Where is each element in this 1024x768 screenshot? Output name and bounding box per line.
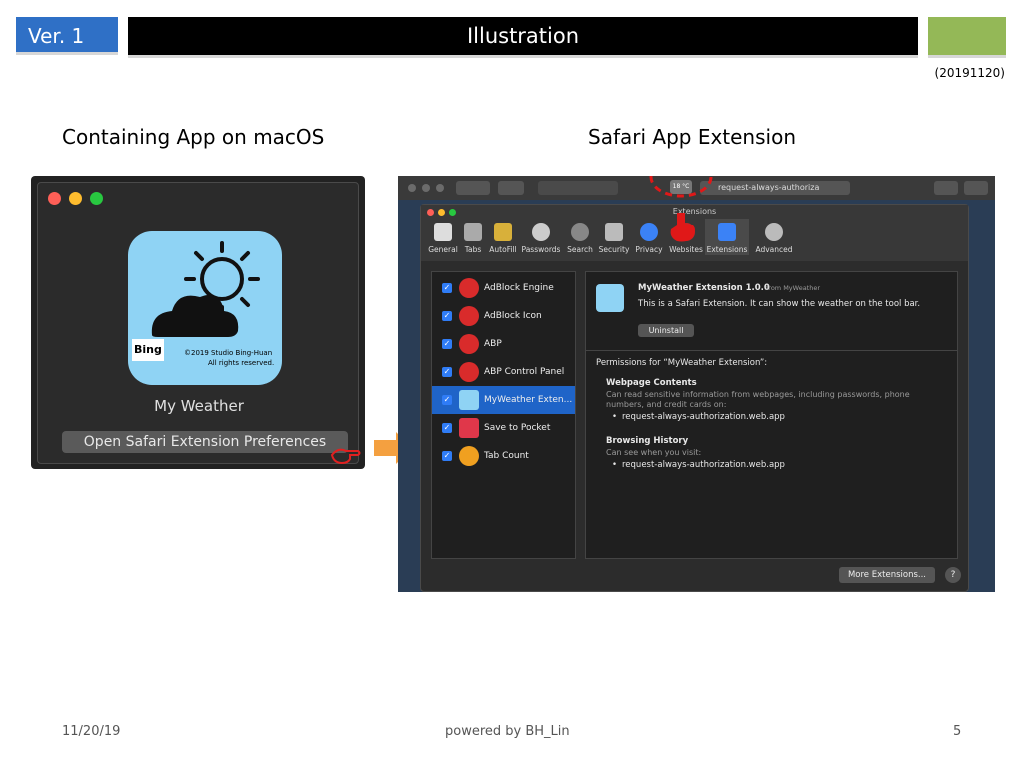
list-item[interactable]: ✓ Save to Pocket xyxy=(432,414,575,442)
list-item[interactable]: ✓ ABP Control Panel xyxy=(432,358,575,386)
permissions-header: Permissions for “MyWeather Extension”: xyxy=(596,358,768,368)
minimize-button[interactable] xyxy=(422,184,430,192)
weather-app-icon: Bing ©2019 Studio Bing-Huan All rights r… xyxy=(128,231,282,385)
more-extensions-button[interactable]: More Extensions... xyxy=(839,567,935,583)
safari-window: 18 °C request-always-authoriza Extension… xyxy=(398,176,995,592)
tab-extensions[interactable]: Extensions xyxy=(705,219,749,255)
weather-icon xyxy=(596,284,624,312)
footer-date: 11/20/19 xyxy=(62,724,121,739)
weather-icon xyxy=(459,390,479,410)
zoom-button[interactable] xyxy=(90,192,103,205)
hand-stop-icon xyxy=(459,306,479,326)
version-label: Ver. 1 xyxy=(16,17,118,55)
tabs-icon xyxy=(464,223,482,241)
hand-stop-icon xyxy=(459,278,479,298)
puzzle-icon xyxy=(718,223,736,241)
app-window: Bing ©2019 Studio Bing-Huan All rights r… xyxy=(31,176,365,469)
webpage-contents-title: Webpage Contents xyxy=(606,378,697,388)
open-safari-extension-preferences-button[interactable]: Open Safari Extension Preferences xyxy=(62,431,348,453)
hand-icon xyxy=(640,223,658,241)
page-number: 5 xyxy=(953,724,962,739)
webpage-site: request-always-authorization.web.app xyxy=(622,412,785,422)
toolbar-icons[interactable] xyxy=(538,181,618,195)
red-pointer-hand-icon xyxy=(670,213,695,242)
left-section-title: Containing App on macOS xyxy=(62,125,325,149)
extension-from: from MyWeather xyxy=(766,284,821,292)
list-item[interactable]: ✓ AdBlock Engine xyxy=(432,274,575,302)
switch-icon xyxy=(434,223,452,241)
list-item[interactable]: ✓ Tab Count xyxy=(432,442,575,470)
bullet: • xyxy=(612,460,618,470)
footer-credit: powered by BH_Lin xyxy=(445,724,570,739)
list-item[interactable]: ✓ ABP xyxy=(432,330,575,358)
abp-icon xyxy=(459,362,479,382)
checkbox[interactable]: ✓ xyxy=(442,367,452,377)
checkbox[interactable]: ✓ xyxy=(442,395,452,405)
app-name: My Weather xyxy=(154,397,244,415)
pencil-icon xyxy=(494,223,512,241)
tab-count-icon xyxy=(459,446,479,466)
sidebar-button[interactable] xyxy=(498,181,524,195)
browsing-history-title: Browsing History xyxy=(606,436,689,446)
checkbox[interactable]: ✓ xyxy=(442,423,452,433)
extension-description: This is a Safari Extension. It can show … xyxy=(638,299,921,309)
right-section-title: Safari App Extension xyxy=(588,125,796,149)
close-button[interactable] xyxy=(48,192,61,205)
abp-icon xyxy=(459,334,479,354)
slide-title: Illustration xyxy=(128,17,918,58)
close-button[interactable] xyxy=(408,184,416,192)
tabs-overview-button[interactable] xyxy=(964,181,988,195)
checkbox[interactable]: ✓ xyxy=(442,451,452,461)
webpage-contents-desc-1: Can read sensitive information from webp… xyxy=(606,390,910,399)
checkbox[interactable]: ✓ xyxy=(442,339,452,349)
accent-box xyxy=(928,17,1006,58)
divider xyxy=(586,350,957,351)
tab-advanced[interactable]: Advanced xyxy=(752,223,796,254)
pointing-hand-icon xyxy=(330,448,361,465)
minimize-button[interactable] xyxy=(69,192,82,205)
uninstall-button[interactable]: Uninstall xyxy=(638,324,694,337)
extensions-preferences-window: Extensions General Tabs AutoFill Passwor… xyxy=(420,204,969,592)
rights-text: All rights reserved. xyxy=(208,359,275,367)
lock-icon xyxy=(605,223,623,241)
pocket-icon xyxy=(459,418,479,438)
magnifier-icon xyxy=(571,223,589,241)
share-button[interactable] xyxy=(934,181,958,195)
app-window-body: Bing ©2019 Studio Bing-Huan All rights r… xyxy=(37,182,361,465)
zoom-button[interactable] xyxy=(436,184,444,192)
back-forward-buttons[interactable] xyxy=(456,181,490,195)
list-item[interactable]: ✓ AdBlock Icon xyxy=(432,302,575,330)
date-stamp: (20191120) xyxy=(934,66,1005,80)
list-item-selected[interactable]: ✓ MyWeather Exten... xyxy=(432,386,575,414)
key-icon xyxy=(532,223,550,241)
bullet: • xyxy=(612,412,618,422)
extensions-list: ✓ AdBlock Engine ✓ AdBlock Icon ✓ ABP ✓ ABP … xyxy=(431,271,576,559)
extension-name: MyWeather Extension 1.0.0 xyxy=(638,283,770,293)
webpage-contents-desc-2: numbers, and credit cards on: xyxy=(606,400,727,409)
checkbox[interactable]: ✓ xyxy=(442,311,452,321)
browsing-history-desc: Can see when you visit: xyxy=(606,448,702,457)
tab-passwords[interactable]: Passwords xyxy=(519,223,563,254)
gear-icon xyxy=(765,223,783,241)
address-bar[interactable]: request-always-authoriza xyxy=(700,181,850,195)
history-site: request-always-authorization.web.app xyxy=(622,460,785,470)
checkbox[interactable]: ✓ xyxy=(442,283,452,293)
highlight-circle xyxy=(649,176,713,198)
extension-detail-pane: MyWeather Extension 1.0.0 from MyWeather… xyxy=(585,271,958,559)
copyright-text: ©2019 Studio Bing-Huan xyxy=(184,349,273,357)
help-button[interactable]: ? xyxy=(945,567,961,583)
brand-mark: Bing xyxy=(134,343,162,356)
